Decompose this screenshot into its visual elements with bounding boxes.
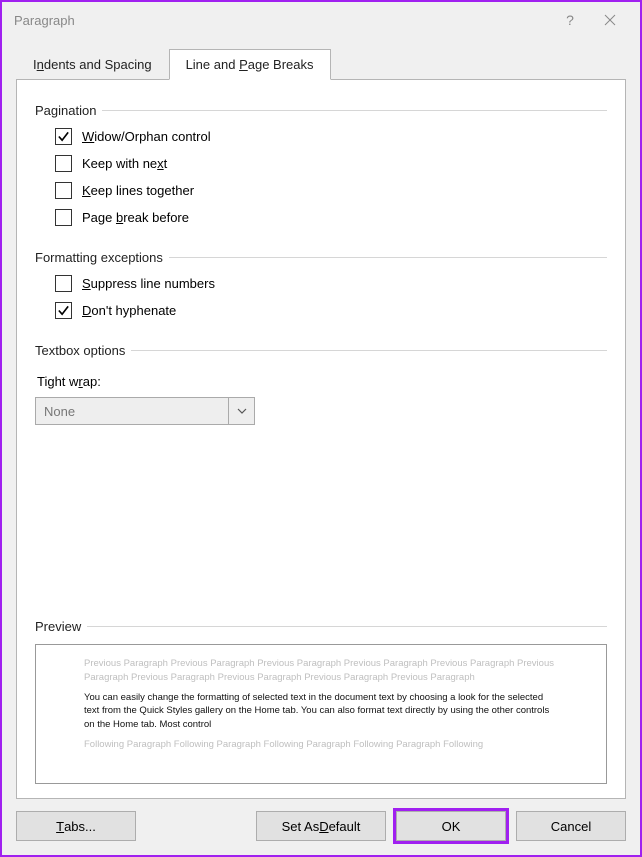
checkbox-widow-orphan[interactable]: Widow/Orphan control	[55, 128, 607, 145]
section-pagination: Pagination	[35, 103, 607, 118]
dialog-window: Paragraph ? Indents and Spacing Line and…	[0, 0, 642, 857]
checkbox-keep-lines-together[interactable]: Keep lines together	[55, 182, 607, 199]
checkbox-page-break-before[interactable]: Page break before	[55, 209, 607, 226]
section-preview: Preview	[35, 619, 607, 634]
tab-indents-spacing[interactable]: Indents and Spacing	[16, 49, 169, 80]
tight-wrap-select[interactable]: None	[35, 397, 255, 425]
preview-box: Previous Paragraph Previous Paragraph Pr…	[35, 644, 607, 784]
preview-previous-text: Previous Paragraph Previous Paragraph Pr…	[84, 657, 558, 685]
help-button[interactable]: ?	[550, 5, 590, 35]
tab-panel: Pagination Widow/Orphan control Keep wit…	[16, 79, 626, 799]
tabs-button[interactable]: Tabs...	[16, 811, 136, 841]
checkbox-icon	[55, 209, 72, 226]
checkbox-icon	[55, 302, 72, 319]
checkbox-icon	[55, 155, 72, 172]
dialog-content: Indents and Spacing Line and Page Breaks…	[2, 38, 640, 799]
checkbox-keep-with-next[interactable]: Keep with next	[55, 155, 607, 172]
set-as-default-button[interactable]: Set As Default	[256, 811, 386, 841]
checkbox-label: Page break before	[82, 210, 189, 225]
checkbox-label: Suppress line numbers	[82, 276, 215, 291]
cancel-button[interactable]: Cancel	[516, 811, 626, 841]
help-icon: ?	[566, 12, 574, 28]
dialog-button-row: Tabs... Set As Default OK Cancel	[2, 799, 640, 855]
close-icon	[604, 14, 616, 26]
tab-line-page-breaks[interactable]: Line and Page Breaks	[169, 49, 331, 80]
close-button[interactable]	[590, 5, 630, 35]
checkbox-label: Widow/Orphan control	[82, 129, 211, 144]
section-formatting-exceptions: Formatting exceptions	[35, 250, 607, 265]
checkbox-dont-hyphenate[interactable]: Don't hyphenate	[55, 302, 607, 319]
titlebar: Paragraph ?	[2, 2, 640, 38]
tab-strip: Indents and Spacing Line and Page Breaks	[16, 48, 626, 80]
checkbox-icon	[55, 275, 72, 292]
ok-button[interactable]: OK	[396, 811, 506, 841]
tight-wrap-value: None	[36, 398, 228, 424]
checkbox-label: Keep lines together	[82, 183, 194, 198]
preview-body-text: You can easily change the formatting of …	[84, 691, 558, 732]
window-title: Paragraph	[14, 13, 75, 28]
preview-following-text: Following Paragraph Following Paragraph …	[84, 738, 558, 752]
chevron-down-icon	[237, 408, 247, 414]
checkbox-icon	[55, 128, 72, 145]
checkbox-icon	[55, 182, 72, 199]
tight-wrap-label: Tight wrap:	[37, 374, 607, 389]
dropdown-button[interactable]	[228, 398, 254, 424]
checkbox-label: Don't hyphenate	[82, 303, 176, 318]
checkbox-suppress-line-numbers[interactable]: Suppress line numbers	[55, 275, 607, 292]
checkbox-label: Keep with next	[82, 156, 167, 171]
section-textbox-options: Textbox options	[35, 343, 607, 358]
